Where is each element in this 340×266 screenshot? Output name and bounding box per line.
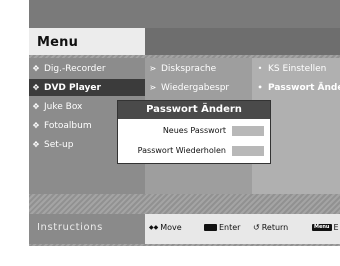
menu-item-label: Fotoalbum [44, 121, 92, 131]
dialog-title: Passwort Ändern [118, 101, 270, 119]
menu-bullet-icon: ✥ [32, 64, 40, 73]
hint-menu: Menu E [312, 223, 339, 232]
submenu-bullet-icon: ⋗ [149, 83, 157, 92]
option-label: KS Einstellen [268, 64, 327, 74]
return-icon: ↺ [253, 223, 260, 232]
hint-move: ◆◆ Move [149, 223, 182, 232]
option-bullet-icon: • [257, 64, 263, 73]
instructions-panel: Instructions [29, 214, 145, 244]
dvd-menu-screen: Menu ✥ Dig.-Recorder ✥ DVD Player ✥ Juke Bo… [0, 0, 340, 266]
menu-bullet-icon: ✥ [32, 102, 40, 111]
password-dialog: Passwort Ändern Neues Passwort Passwort … [117, 100, 271, 164]
new-password-row: Neues Passwort [118, 121, 270, 141]
menu-item-label: Dig.-Recorder [44, 64, 106, 74]
menu-bullet-icon: ✥ [32, 121, 40, 130]
hint-return-label: Return [261, 223, 289, 232]
repeat-password-row: Passwort Wiederholen [118, 141, 270, 161]
menu-item-label: Juke Box [44, 102, 83, 112]
new-password-label: Neues Passwort [162, 126, 226, 135]
submenu-bullet-icon: ⋗ [149, 64, 157, 73]
menu-bullet-icon: ✥ [32, 140, 40, 149]
enter-key-icon [204, 224, 217, 231]
submenu-item-disksprache[interactable]: ⋗ Disksprache [149, 60, 249, 77]
menu-bullet-icon: ✥ [32, 83, 40, 92]
menu-key-icon: Menu [312, 224, 332, 231]
hint-enter-label: Enter [219, 223, 241, 232]
menu-item-dig-recorder[interactable]: ✥ Dig.-Recorder [32, 60, 145, 77]
submenu-item-label: Disksprache [161, 64, 217, 74]
option-passwort-aendern[interactable]: • Passwort Ände [256, 79, 340, 96]
instructions-label: Instructions [37, 222, 103, 233]
menu-item-label: Set-up [44, 140, 74, 150]
menu-item-dvd-player[interactable]: ✥ DVD Player [29, 79, 145, 96]
hint-enter: Enter [204, 223, 240, 232]
option-ks-einstellen[interactable]: • KS Einstellen [256, 60, 327, 77]
header-bar [145, 28, 340, 55]
hint-menu-label: E [333, 223, 339, 232]
hint-move-label: Move [160, 223, 182, 232]
option-bullet-icon: • [257, 83, 263, 92]
submenu-item-wiedergabesprache[interactable]: ⋗ Wiedergabespr [149, 79, 249, 96]
repeat-password-field[interactable] [232, 146, 264, 156]
hint-return: ↺ Return [253, 223, 288, 232]
submenu-item-label: Wiedergabespr [161, 83, 230, 93]
move-arrows-icon: ◆◆ [149, 224, 159, 231]
option-label: Passwort Ände [268, 83, 340, 93]
repeat-password-label: Passwort Wiederholen [137, 146, 226, 155]
menu-header: Menu [29, 28, 145, 55]
new-password-field[interactable] [232, 126, 264, 136]
menu-item-label: DVD Player [44, 83, 101, 93]
page-title: Menu [37, 35, 79, 50]
instructions-bar: ◆◆ Move Enter ↺ Return Menu E [145, 214, 340, 244]
